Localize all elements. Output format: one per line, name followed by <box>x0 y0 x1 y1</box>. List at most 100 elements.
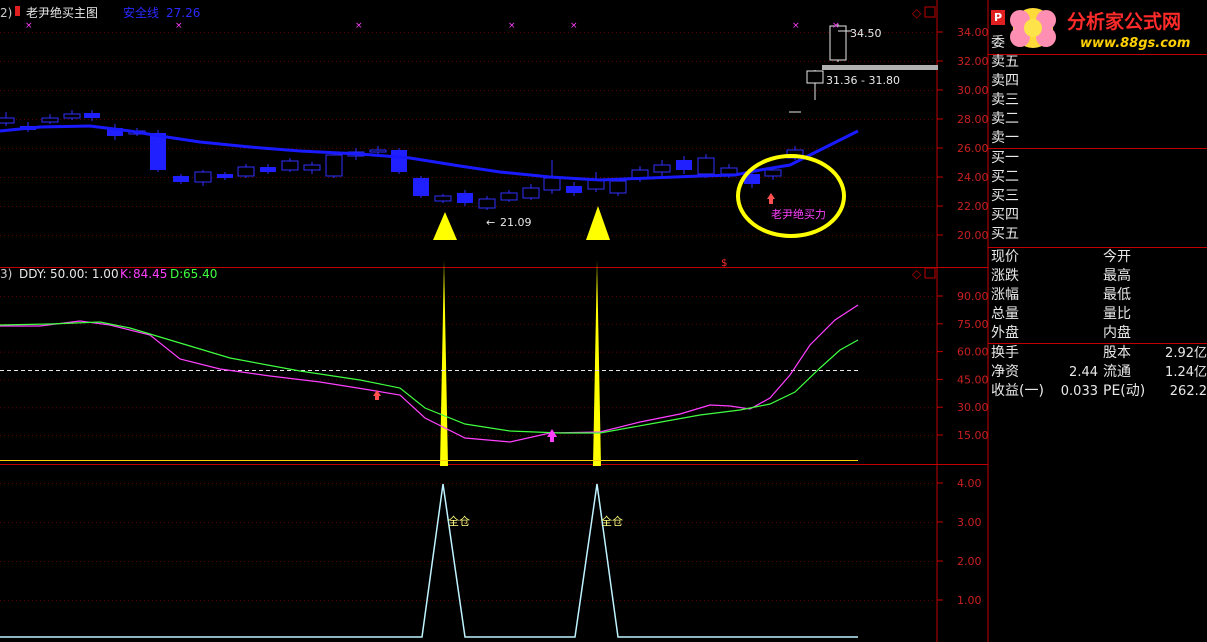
candle-body <box>413 178 429 196</box>
flower-logo-icon <box>1010 8 1056 48</box>
signal-label-2: 全仓 <box>601 514 623 528</box>
sell-level-label: 卖五 <box>991 54 1019 70</box>
svg-text:×: × <box>832 21 840 31</box>
ind-tick-label: 45.00 <box>957 373 989 386</box>
candle-body <box>41 117 59 123</box>
fund-right-value: 2.92亿 <box>1165 346 1207 361</box>
main-tick-label: 26.00 <box>957 142 989 155</box>
sig-tick-label: 3.00 <box>957 516 982 529</box>
safety-line-label: 安全线 <box>123 5 159 20</box>
signal-line <box>0 483 858 638</box>
main-tick-label: 28.00 <box>957 113 989 126</box>
ind-tick-label: 15.00 <box>957 429 989 442</box>
main-panel-num: 2) <box>0 6 12 20</box>
candle-body <box>500 192 518 201</box>
diamond-icon[interactable]: ◇ <box>912 6 922 20</box>
buy-level-label: 买三 <box>991 188 1019 204</box>
main-tick-label: 32.00 <box>957 55 989 68</box>
chart-canvas[interactable]: 34.00 32.00 30.00 28.00 26.00 24.00 22.00 20.00… <box>0 0 1207 642</box>
main-chart-title: 老尹绝买主图 <box>26 5 98 20</box>
d-label: D: <box>170 267 183 281</box>
fund-right-label: 股本 <box>1103 345 1131 361</box>
stock-chart-window: 34.00 32.00 30.00 28.00 26.00 24.00 22.00 20.00… <box>0 0 1207 642</box>
yellow-arrows <box>433 206 610 466</box>
stat-right-label: 最高 <box>1103 268 1131 284</box>
p-badge[interactable]: P <box>991 10 1005 25</box>
commission-label: 委 <box>991 35 1005 51</box>
buy-level-label: 买二 <box>991 169 1019 185</box>
low-marker: 21.09 <box>500 216 532 229</box>
candle-body <box>806 70 824 84</box>
candle-body <box>697 157 715 175</box>
k-label: K: <box>120 267 132 281</box>
d-value: 65.40 <box>183 267 217 281</box>
fund-left-label: 换手 <box>991 345 1019 361</box>
ind-panel-num: 3) <box>0 267 12 281</box>
candle-body <box>0 117 15 124</box>
sig-tick-label: 4.00 <box>957 477 982 490</box>
candle-body <box>543 177 561 191</box>
yellow-arrow-right-icon <box>586 206 610 240</box>
k-line <box>0 304 859 443</box>
ind-tick-label: 60.00 <box>957 346 989 359</box>
fund-right-value: 262.2 <box>1169 384 1207 399</box>
candle-body <box>609 180 627 194</box>
candle-body <box>303 164 321 171</box>
ind-up-arrow-icon-2 <box>547 429 557 442</box>
stat-right-label: 量比 <box>1103 306 1131 322</box>
candle-body <box>764 169 782 177</box>
panel-controls[interactable]: ◇ ◇ <box>912 6 936 281</box>
candle-body <box>260 167 276 172</box>
svg-text:×: × <box>570 21 578 31</box>
stat-left-label: 总量 <box>991 306 1019 322</box>
buy-power-text: 老尹绝买力 <box>771 207 826 221</box>
candlestick-series <box>0 24 847 210</box>
maximize-icon[interactable] <box>924 6 936 18</box>
chart-frames <box>0 0 1207 642</box>
candle-body <box>369 149 387 153</box>
svg-text:×: × <box>508 21 516 31</box>
flag-icon <box>15 6 20 16</box>
stat-right-label: 今开 <box>1103 249 1131 265</box>
main-tick-label: 20.00 <box>957 229 989 242</box>
buy-marker: $ <box>721 258 727 269</box>
stat-left-label: 涨幅 <box>991 287 1019 303</box>
svg-text:×: × <box>792 21 800 31</box>
candle-body <box>281 160 299 171</box>
high-marker: 34.50 <box>850 27 882 40</box>
fund-left-value: 0.033 <box>1060 384 1098 399</box>
candle-body <box>720 167 738 175</box>
d-line <box>0 321 859 434</box>
logo-title: 分析家公式网 <box>1067 11 1182 33</box>
main-tick-label: 30.00 <box>957 84 989 97</box>
highlight-circle <box>736 154 846 238</box>
fund-left-label: 收益(一) <box>991 383 1044 399</box>
indicator-y-axis: 90.00 75.00 60.00 45.00 30.00 15.00 <box>937 290 989 442</box>
maximize-icon-2[interactable] <box>924 267 936 279</box>
stat-left-label: 涨跌 <box>991 268 1019 284</box>
fund-right-label: PE(动) <box>1103 383 1146 399</box>
candle-body <box>217 174 233 178</box>
ind-tick-label: 90.00 <box>957 290 989 303</box>
sell-level-label: 卖三 <box>991 92 1019 108</box>
signal-y-axis: 4.00 3.00 2.00 1.00 <box>937 477 982 607</box>
low-arrow-icon: ← <box>486 216 495 229</box>
candle-body <box>676 160 692 170</box>
svg-text:×: × <box>25 21 33 31</box>
sell-level-label: 卖二 <box>991 111 1019 127</box>
sig-tick-label: 2.00 <box>957 555 982 568</box>
main-y-axis: 34.00 32.00 30.00 28.00 26.00 24.00 22.00 20.00 <box>937 26 989 242</box>
svg-text:×: × <box>175 21 183 31</box>
candle-body <box>478 198 496 209</box>
candle-body <box>173 176 189 182</box>
signal-label-1: 全仓 <box>448 514 470 528</box>
stat-right-label: 内盘 <box>1103 325 1131 341</box>
yellow-arrow-left-shaft <box>440 260 448 466</box>
candle-body <box>522 187 540 199</box>
candle-body <box>457 193 473 203</box>
candle-body <box>84 113 100 118</box>
candle-body <box>653 164 671 173</box>
fund-right-label: 流通 <box>1103 364 1131 380</box>
sig-tick-label: 1.00 <box>957 594 982 607</box>
diamond-icon-2[interactable]: ◇ <box>912 267 922 281</box>
